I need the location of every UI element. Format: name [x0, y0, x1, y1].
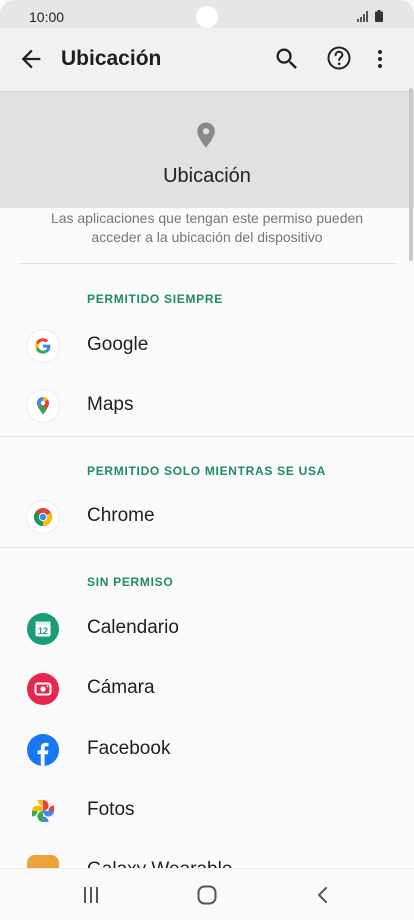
app-name: Calendario	[87, 617, 179, 638]
help-icon[interactable]	[325, 44, 353, 72]
search-icon[interactable]	[273, 45, 301, 73]
app-name: Fotos	[87, 799, 135, 820]
app-row-maps[interactable]: Maps	[0, 376, 414, 436]
app-bar: Ubicación	[0, 28, 414, 91]
app-name: Cámara	[87, 677, 155, 698]
section-header-allowed-while-in-use: PERMITIDO SOLO MIENTRAS SE USA	[87, 464, 327, 478]
status-time: 10:00	[29, 9, 65, 25]
page-title: Ubicación	[61, 47, 162, 70]
divider	[20, 263, 396, 264]
home-icon[interactable]	[196, 884, 218, 906]
status-icons	[357, 10, 383, 22]
signal-icon	[357, 11, 368, 22]
location-pin-icon	[191, 120, 221, 150]
divider	[0, 547, 414, 548]
photos-icon	[27, 795, 59, 827]
battery-icon	[375, 10, 383, 22]
more-vert-icon[interactable]	[368, 45, 392, 73]
section-header-no-permission: SIN PERMISO	[87, 575, 174, 589]
recents-icon[interactable]	[81, 885, 101, 905]
app-row-fotos[interactable]: Fotos	[0, 781, 414, 841]
status-bar: 10:00	[0, 0, 414, 28]
app-row-facebook[interactable]: Facebook	[0, 720, 414, 780]
calendar-icon: 12	[27, 613, 59, 645]
maps-icon	[27, 390, 59, 422]
app-row-google[interactable]: Google	[0, 316, 414, 376]
camera-cutout	[196, 6, 218, 28]
back-icon[interactable]	[314, 885, 332, 905]
app-name: Maps	[87, 394, 134, 415]
app-name: Chrome	[87, 505, 155, 526]
back-arrow-icon[interactable]	[17, 45, 45, 73]
location-hero: Ubicación	[0, 91, 414, 208]
hero-title: Ubicación	[163, 165, 251, 187]
app-name: Facebook	[87, 738, 171, 759]
divider	[0, 436, 414, 437]
scrollbar[interactable]	[409, 88, 413, 261]
google-icon	[27, 330, 59, 362]
permission-description: Las aplicaciones que tengan este permiso…	[50, 210, 364, 245]
camera-icon	[27, 673, 59, 705]
app-row-camara[interactable]: Cámara	[0, 659, 414, 719]
app-row-chrome[interactable]: Chrome	[0, 487, 414, 547]
section-header-allowed-always: PERMITIDO SIEMPRE	[87, 292, 223, 306]
app-row-calendario[interactable]: 12 Calendario	[0, 599, 414, 659]
navigation-bar	[0, 868, 414, 920]
calendar-icon-day: 12	[38, 626, 48, 636]
facebook-icon	[27, 734, 59, 766]
chrome-icon	[27, 501, 59, 533]
app-name: Google	[87, 334, 149, 355]
